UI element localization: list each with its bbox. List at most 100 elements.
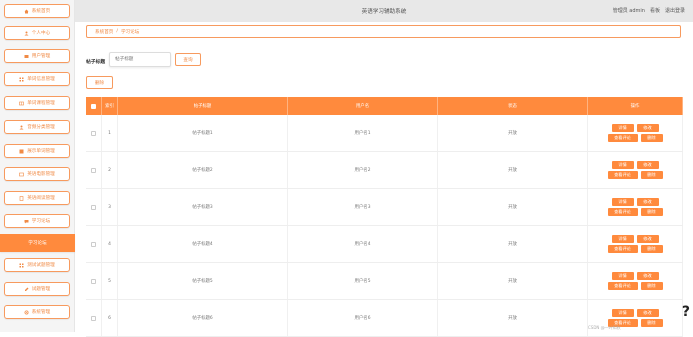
sidebar-item-label: 系统管理: [31, 310, 51, 315]
sidebar-item-profile[interactable]: 个人中心: [4, 26, 70, 40]
sidebar-item-word-info[interactable]: 单词信息管理: [4, 72, 70, 86]
row-delete-button[interactable]: 删除: [640, 208, 663, 216]
edit-icon: [24, 287, 29, 291]
sidebar-item-label: 学习论坛: [31, 219, 51, 224]
view-comments-button[interactable]: 查看评论: [607, 134, 638, 142]
table-row: 4 帖子标题4 用户名4 开放 详情 修改 查看评论 删除: [86, 226, 683, 263]
table-row: 5 帖子标题5 用户名5 开放 详情 修改 查看评论 删除: [86, 263, 683, 300]
sidebar-item-label: 个人中心: [31, 31, 51, 36]
grid-icon: [19, 263, 24, 267]
table-row: 6 帖子标题6 用户名6 开放 详情 修改 查看评论 删除: [86, 300, 683, 337]
detail-button[interactable]: 详情: [611, 272, 634, 280]
view-comments-button[interactable]: 查看评论: [607, 245, 638, 253]
help-icon[interactable]: ?: [682, 304, 690, 320]
row-delete-button[interactable]: 删除: [640, 282, 663, 290]
list-icon: [19, 149, 24, 153]
sidebar: 系统首页 个人中心 用户管理 单词信息管理 单词课程管理 音频分类管理 展示单词…: [0, 0, 75, 332]
row-checkbox[interactable]: [91, 315, 96, 321]
breadcrumb-home[interactable]: 系统首页: [95, 29, 113, 35]
dashboard-link[interactable]: 看板: [650, 7, 660, 14]
breadcrumb-separator: /: [116, 29, 118, 34]
row-checkbox[interactable]: [91, 278, 96, 284]
user-icon: [24, 31, 29, 35]
row-status: 开放: [438, 115, 588, 151]
sidebar-item-reading[interactable]: 英语阅读管理: [4, 191, 70, 205]
search-input[interactable]: [109, 52, 171, 67]
row-checkbox[interactable]: [91, 241, 96, 247]
header-title: 帖子标题: [118, 97, 288, 115]
view-comments-button[interactable]: 查看评论: [607, 171, 638, 179]
breadcrumb-current: 学习论坛: [120, 29, 140, 35]
row-index: 1: [102, 115, 118, 151]
row-checkbox[interactable]: [91, 130, 96, 136]
row-index: 6: [102, 300, 118, 336]
row-delete-button[interactable]: 删除: [640, 134, 663, 142]
sidebar-item-word-course[interactable]: 单词课程管理: [4, 96, 70, 110]
admin-label: 管理员 admin: [612, 8, 645, 14]
users-icon: [24, 54, 29, 58]
sidebar-item-label: 音频分类管理: [27, 125, 55, 130]
edit-button[interactable]: 修改: [636, 198, 659, 206]
table-row: 1 帖子标题1 用户名1 开放 详情 修改 查看评论 删除: [86, 115, 683, 152]
watermark: CSDN @一叶知秋: [588, 325, 621, 330]
sidebar-item-movies[interactable]: 英语电影管理: [4, 167, 70, 181]
detail-button[interactable]: 详情: [611, 161, 634, 169]
edit-button[interactable]: 修改: [636, 161, 659, 169]
film-icon: [19, 172, 25, 176]
table-header: 索引 帖子标题 用户名 状态 操作: [86, 97, 683, 115]
row-checkbox[interactable]: [91, 204, 96, 210]
edit-button[interactable]: 修改: [636, 272, 659, 280]
sidebar-item-users[interactable]: 用户管理: [4, 49, 70, 63]
sidebar-item-label: 单词信息管理: [27, 77, 55, 82]
row-index: 2: [102, 152, 118, 188]
view-comments-button[interactable]: 查看评论: [607, 208, 638, 216]
detail-button[interactable]: 详情: [611, 309, 634, 317]
sidebar-item-label: 系统首页: [31, 9, 51, 14]
sidebar-item-show-words[interactable]: 展示单词管理: [4, 144, 70, 158]
row-title: 帖子标题6: [118, 300, 288, 336]
sidebar-item-audio-category[interactable]: 音频分类管理: [4, 120, 70, 134]
table-row: 3 帖子标题3 用户名3 开放 详情 修改 查看评论 删除: [86, 189, 683, 226]
edit-button[interactable]: 修改: [636, 309, 659, 317]
sidebar-item-label: 测试试题管理: [27, 263, 55, 268]
book-icon: [19, 101, 25, 105]
sidebar-item-exam[interactable]: 试题管理: [4, 282, 70, 296]
sidebar-item-test-questions[interactable]: 测试试题管理: [4, 258, 70, 272]
user-menu: 管理员 admin 看板 退出登录: [613, 7, 685, 14]
logout-link[interactable]: 退出登录: [665, 7, 685, 14]
header-index: 索引: [102, 97, 118, 115]
sidebar-item-label: 英语阅读管理: [27, 196, 55, 201]
sidebar-subitem-forum[interactable]: 学习论坛: [0, 234, 75, 252]
detail-button[interactable]: 详情: [611, 198, 634, 206]
row-status: 开放: [438, 263, 588, 299]
edit-button[interactable]: 修改: [636, 235, 659, 243]
sidebar-item-system[interactable]: 系统管理: [4, 305, 70, 319]
header-ops: 操作: [588, 97, 683, 115]
row-checkbox[interactable]: [91, 167, 96, 173]
search-label: 帖子标题: [86, 60, 106, 65]
row-title: 帖子标题2: [118, 152, 288, 188]
sidebar-item-home[interactable]: 系统首页: [4, 4, 70, 18]
forum-table: 索引 帖子标题 用户名 状态 操作 1 帖子标题1 用户名1 开放 详情 修改 查…: [86, 97, 683, 337]
forum-icon: [24, 219, 29, 223]
header-status: 状态: [438, 97, 588, 115]
row-delete-button[interactable]: 删除: [640, 245, 663, 253]
sidebar-item-label: 单词课程管理: [27, 101, 55, 106]
row-user: 用户名5: [288, 263, 438, 299]
row-delete-button[interactable]: 删除: [640, 171, 663, 179]
sidebar-item-label: 用户管理: [31, 54, 51, 59]
search-button[interactable]: 查询: [175, 53, 201, 66]
detail-button[interactable]: 详情: [611, 235, 634, 243]
detail-button[interactable]: 详情: [611, 124, 634, 132]
row-title: 帖子标题3: [118, 189, 288, 225]
edit-button[interactable]: 修改: [636, 124, 659, 132]
row-delete-button[interactable]: 删除: [640, 319, 663, 327]
sidebar-item-forum[interactable]: 学习论坛: [4, 214, 70, 228]
row-user: 用户名6: [288, 300, 438, 336]
delete-button[interactable]: 删除: [86, 76, 113, 89]
sidebar-item-label: 学习论坛: [28, 241, 47, 246]
row-index: 5: [102, 263, 118, 299]
select-all-checkbox[interactable]: [91, 103, 96, 109]
view-comments-button[interactable]: 查看评论: [607, 282, 638, 290]
row-user: 用户名3: [288, 189, 438, 225]
